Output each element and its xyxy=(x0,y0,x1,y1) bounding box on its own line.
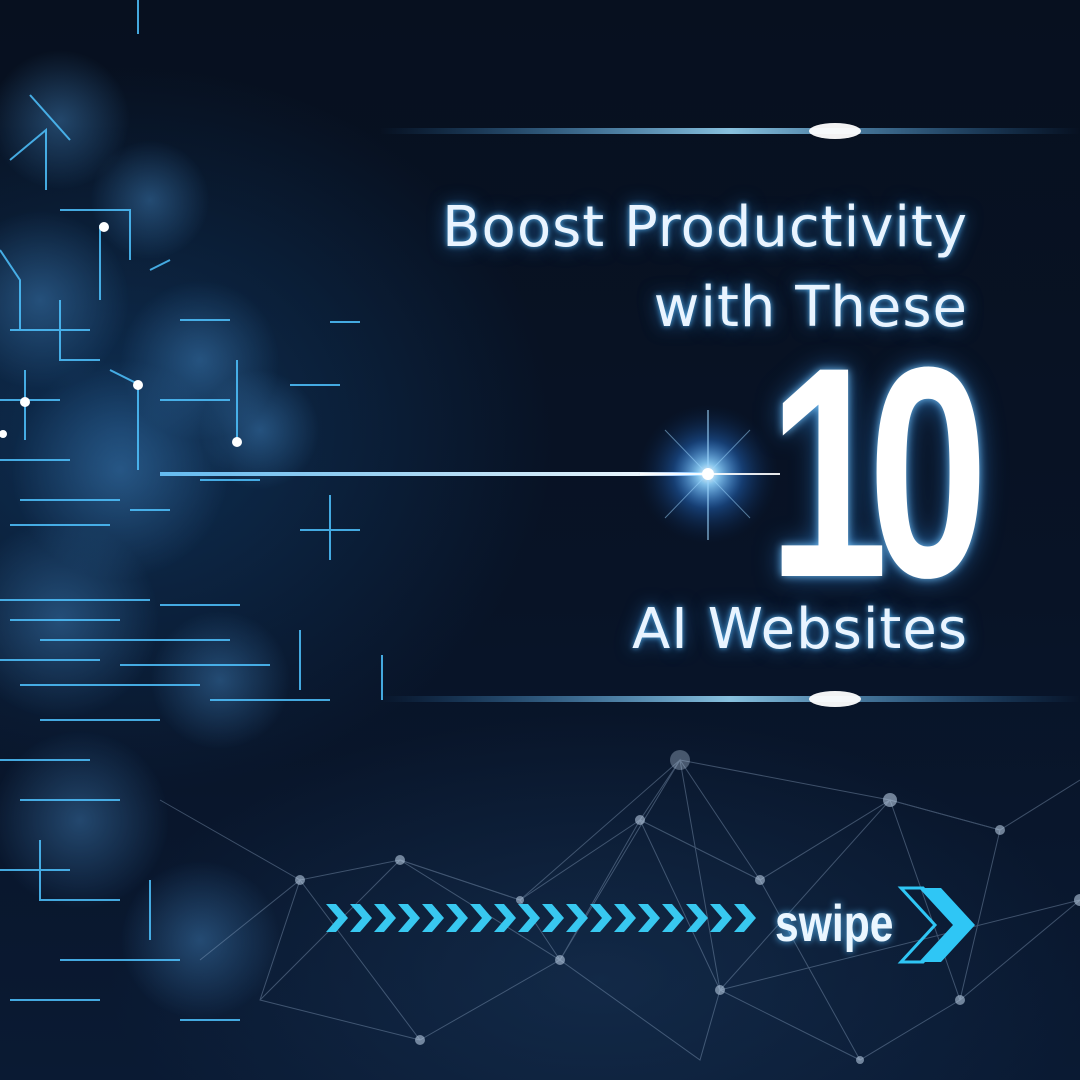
chevron-trail-segment xyxy=(710,904,732,932)
chevron-trail-segment xyxy=(614,904,636,932)
headline-line-3: AI Websites xyxy=(631,597,968,662)
chevron-trail-segment xyxy=(350,904,372,932)
chevron-trail-segment xyxy=(422,904,444,932)
double-chevron-right-icon xyxy=(897,886,975,964)
chevron-trail-segment xyxy=(374,904,396,932)
chevron-trail-segment xyxy=(542,904,564,932)
swipe-label: swipe xyxy=(775,895,894,953)
chevron-trail-segment xyxy=(446,904,468,932)
chevron-trail-segment xyxy=(638,904,660,932)
headline-line-1: Boost Productivity xyxy=(442,195,968,260)
chevron-trail-segment xyxy=(326,904,348,932)
chevron-trail-segment xyxy=(398,904,420,932)
slide-canvas: Boost Productivity with These 10 AI Webs… xyxy=(0,0,1080,1080)
chevron-trail-segment xyxy=(590,904,612,932)
chevron-trail-segment xyxy=(494,904,516,932)
chevron-trail-segment xyxy=(470,904,492,932)
headline-number: 10 xyxy=(768,304,988,640)
chevron-trail-segment xyxy=(518,904,540,932)
swipe-button[interactable]: swipe xyxy=(775,880,975,970)
chevron-trail-segment xyxy=(734,904,756,932)
chevron-trail-segment xyxy=(566,904,588,932)
chevron-trail-segment xyxy=(686,904,708,932)
chevron-trail-icon xyxy=(326,904,756,932)
chevron-trail-segment xyxy=(662,904,684,932)
